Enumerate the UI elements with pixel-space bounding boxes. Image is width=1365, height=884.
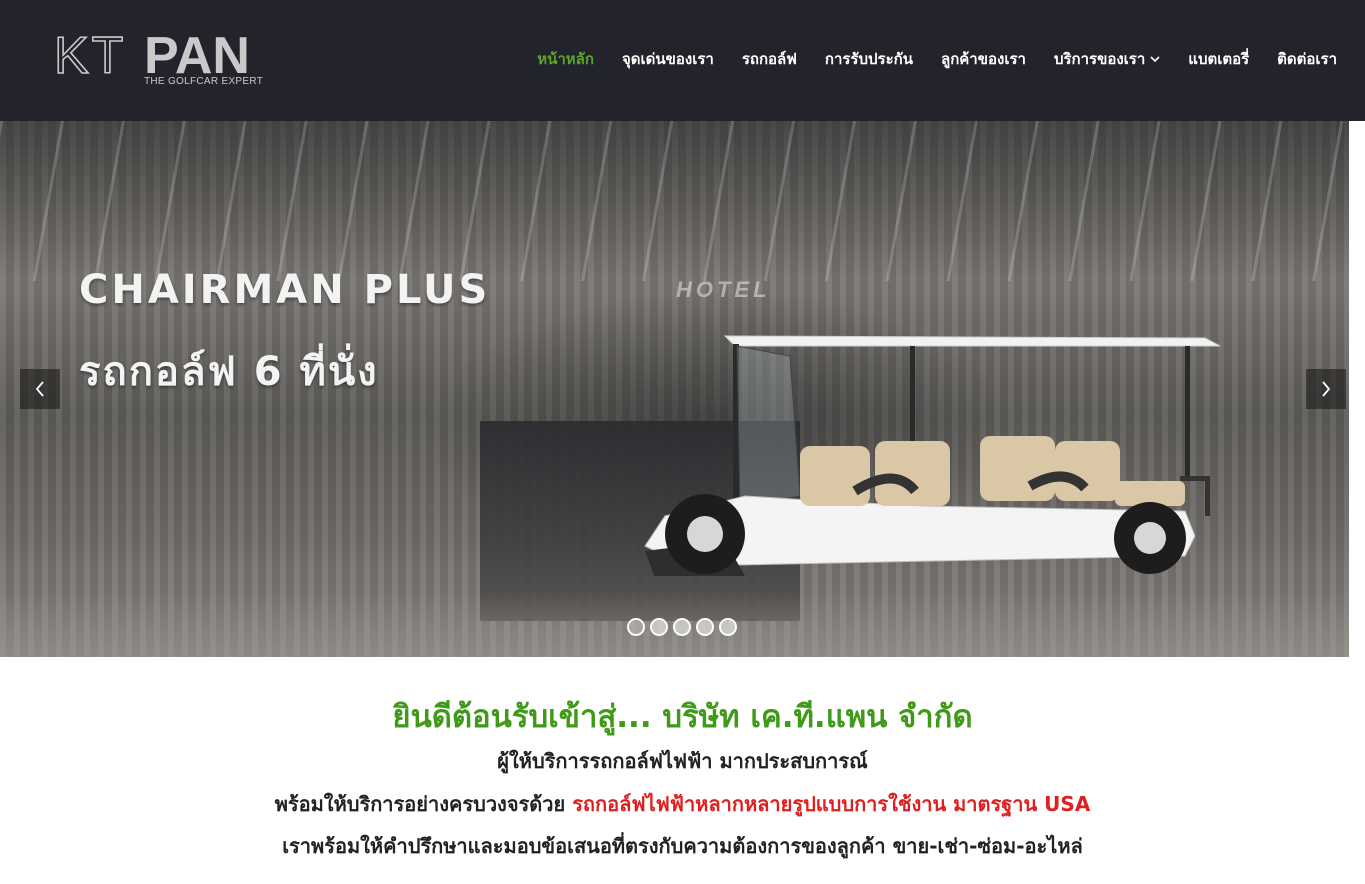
- nav-item-warranty[interactable]: การรับประกัน: [825, 48, 913, 70]
- welcome-line-3: เราพร้อมให้คำปรึกษาและมอบข้อเสนอที่ตรงกั…: [282, 834, 1083, 858]
- slide-subline: รถกอล์ฟ 6 ที่นั่ง: [79, 349, 379, 395]
- welcome-line-2-prefix: พร้อมให้บริการอย่างครบวงจรด้วย: [274, 792, 573, 816]
- main-nav: หน้าหลัก จุดเด่นของเรา รถกอล์ฟ การรับประ…: [509, 48, 1337, 70]
- slider-dot-1[interactable]: [627, 618, 645, 636]
- welcome-title: ยินดีต้อนรับเข้าสู่... บริษัท เค.ที.แพน …: [392, 699, 973, 735]
- nav-item-services-label: บริการของเรา: [1053, 50, 1146, 68]
- ktpan-logo[interactable]: KT PAN THE GOLFCAR EXPERT: [53, 26, 268, 90]
- nav-item-customers[interactable]: ลูกค้าของเรา: [941, 48, 1026, 70]
- welcome-line-2: พร้อมให้บริการอย่างครบวงจรด้วย รถกอล์ฟไฟ…: [0, 788, 1365, 820]
- slider-pagination: [627, 618, 737, 636]
- slider-dot-4[interactable]: [696, 618, 714, 636]
- nav-item-golf-carts[interactable]: รถกอล์ฟ: [742, 48, 797, 70]
- slider-dot-2[interactable]: [650, 618, 668, 636]
- welcome-line-1: ผู้ให้บริการรถกอล์ฟไฟฟ้า มากประสบการณ์: [497, 749, 868, 773]
- slider-next-button[interactable]: [1306, 369, 1346, 409]
- logo-kt: KT: [53, 26, 127, 86]
- chevron-left-icon: [35, 381, 44, 397]
- golf-cart-image: [644, 335, 1221, 576]
- chevron-right-icon: [1322, 381, 1331, 397]
- slider-prev-button[interactable]: [20, 369, 60, 409]
- slider-dot-5[interactable]: [719, 618, 737, 636]
- site-header: KT PAN THE GOLFCAR EXPERT หน้าหลัก จุดเด…: [0, 0, 1365, 121]
- nav-item-highlights[interactable]: จุดเด่นของเรา: [622, 48, 714, 70]
- chevron-down-icon: [1150, 49, 1160, 71]
- hero-slider: HOTEL CHAIRMAN PLUS รถกอล์ฟ 6 ที่นั่ง: [0, 121, 1349, 657]
- nav-item-services[interactable]: บริการของเรา: [1054, 48, 1160, 70]
- nav-item-contact[interactable]: ติดต่อเรา: [1277, 48, 1337, 70]
- logo-tagline: THE GOLFCAR EXPERT: [144, 76, 264, 87]
- nav-item-battery[interactable]: แบตเตอรี่: [1188, 48, 1249, 70]
- slide-headline: CHAIRMAN PLUS: [79, 267, 491, 313]
- slider-dot-3[interactable]: [673, 618, 691, 636]
- hero-ceiling-lights: [0, 121, 1349, 281]
- welcome-line-2-highlight: รถกอล์ฟไฟฟ้าหลากหลายรูปแบบการใช้งาน มาตร…: [572, 792, 1091, 816]
- hotel-sign: HOTEL: [676, 277, 771, 302]
- nav-item-home[interactable]: หน้าหลัก: [537, 48, 594, 70]
